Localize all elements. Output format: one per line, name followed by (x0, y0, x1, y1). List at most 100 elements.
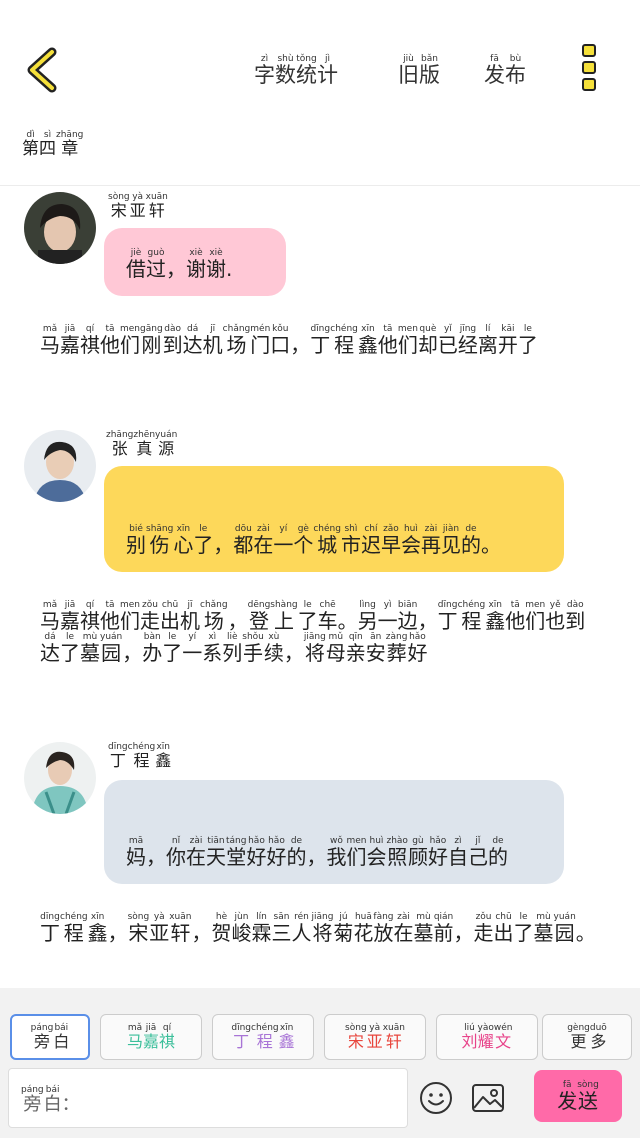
ruby-char: ， (166, 248, 186, 280)
hanzi: 会 (366, 845, 387, 869)
hanzi: 葬 (386, 641, 407, 665)
role-ding-chengxin[interactable]: dīng 丁 chéng 程 xīn 鑫 (212, 1014, 314, 1060)
hanzi: 一 (182, 641, 203, 665)
avatar[interactable] (24, 192, 96, 264)
hanzi: 列 (222, 641, 243, 665)
hanzi: 更 (570, 1032, 587, 1052)
hanzi: 市 (340, 533, 361, 557)
role-narrator[interactable]: páng 旁 bái 白 (10, 1014, 90, 1060)
role-more[interactable]: gèng 更 duō 多 (542, 1014, 632, 1060)
narration-text[interactable]: mǎ 马 jiā 嘉 qí 祺 tā 他 men 们 gāng 刚 dào 到 dá 达 jī 机 chǎng 场 mé… (40, 324, 605, 356)
ruby-char: zhāng 章 (56, 130, 83, 159)
hanzi: 们 (525, 609, 546, 633)
ruby-char: ， (228, 600, 248, 632)
ruby-char: huā 花 (353, 912, 373, 944)
chat-bubble[interactable]: jiè 借 guò 过， xiè 谢 xiè 谢. (104, 228, 286, 296)
hanzi: 嘉 (60, 609, 80, 633)
ruby-char: dīng 丁 (40, 912, 60, 944)
ruby-char: kāi 开 (498, 324, 518, 356)
hanzi: 丁 (40, 921, 60, 945)
send-button[interactable]: fā 发 sòng 送 (534, 1070, 622, 1122)
avatar[interactable] (24, 742, 96, 814)
ruby-char: jī 机 (203, 324, 223, 356)
message-input[interactable]: páng 旁 bái 白： (8, 1068, 408, 1128)
ruby-char: liè 列 (222, 632, 242, 664)
hanzi: 却 (417, 333, 438, 357)
hanzi: 场 (203, 609, 224, 633)
ruby-char: qián 前 (434, 912, 454, 944)
ruby-char: men 们 (120, 600, 140, 632)
role-ma-jiaqi[interactable]: mǎ 马 jiā 嘉 qí 祺 (100, 1014, 202, 1060)
hanzi: 好 (407, 641, 428, 665)
ruby-char: zǒu 走 (474, 912, 494, 944)
hanzi: 了 (60, 641, 80, 665)
ruby-char: le 了 (60, 632, 80, 664)
ruby-char: hǎo 好 (266, 836, 286, 868)
hanzi: 字 (254, 63, 275, 87)
hanzi: 出 (493, 921, 514, 945)
ruby-char: dīng 丁 (310, 324, 330, 356)
ruby-char: mā 妈 (126, 836, 146, 868)
avatar[interactable] (24, 430, 96, 502)
ruby-char: zǎo 早 (381, 524, 401, 556)
image-icon[interactable] (470, 1080, 506, 1116)
menu-icon[interactable] (578, 44, 600, 96)
ruby-char: mǎ 马 (40, 324, 60, 356)
ruby-char: dào 到 (565, 600, 585, 632)
hanzi: 另 (357, 609, 378, 633)
role-liu-yaowen[interactable]: liú 刘 yào 耀 wén 文 (436, 1014, 538, 1060)
ruby-char: xì 系 (202, 632, 222, 664)
ruby-char: shāng 伤 (146, 524, 173, 556)
word-count-link[interactable]: zì 字 shù 数 tǒng 统 jì 计 (254, 54, 338, 87)
hanzi: 发 (484, 63, 505, 87)
hanzi: 人 (291, 921, 312, 945)
ruby-char: mù 墓 (534, 912, 554, 944)
hanzi: 程 (63, 921, 84, 945)
old-version-link[interactable]: jiù 旧 bǎn 版 (398, 54, 440, 87)
publish-link[interactable]: fā 发 bù 布 (484, 54, 526, 87)
hanzi: 一 (377, 609, 398, 633)
ruby-char: dào 到 (163, 324, 183, 356)
chevron-left-icon[interactable] (22, 46, 62, 94)
hanzi: 亲 (345, 641, 366, 665)
divider (0, 185, 640, 186)
ruby-char: ， (191, 912, 211, 944)
hanzi: 放 (373, 921, 394, 945)
ruby-char: ， (290, 324, 310, 356)
hanzi: 章 (61, 139, 79, 159)
ruby-char: le 了 (162, 632, 182, 664)
hanzi: 祺 (80, 609, 100, 633)
speaker-name: sòng 宋 yà 亚 xuān 轩 (108, 192, 168, 220)
ruby-char: yǐ 已 (438, 324, 458, 356)
ruby-char: yě 也 (545, 600, 565, 632)
ruby-char: hǎo 好 (428, 836, 448, 868)
hanzi: 贺 (211, 921, 232, 945)
hanzi: 丁 (437, 609, 458, 633)
ruby-char: jiā 嘉 (143, 1023, 159, 1051)
hanzi: 达 (182, 333, 203, 357)
hanzi: 谢 (206, 257, 226, 281)
hanzi: 轩 (170, 921, 191, 945)
ruby-char: jiàn 见 (441, 524, 461, 556)
hanzi: 耀 (477, 1032, 494, 1052)
hanzi: 个 (293, 533, 314, 557)
ruby-char: tā 他 (505, 600, 525, 632)
role-song-yaxuan[interactable]: sòng 宋 yà 亚 xuān 轩 (324, 1014, 426, 1060)
ruby-char: yí 一 (273, 524, 293, 556)
hanzi: 轩 (148, 201, 165, 220)
ruby-char: ， (284, 632, 304, 664)
hanzi: 别 (126, 533, 146, 557)
ruby-char: yà 亚 (130, 192, 146, 220)
ruby-char: jīng 经 (458, 324, 478, 356)
hanzi: 张 (111, 439, 128, 458)
chat-bubble[interactable]: mā 妈， nǐ 你 zài 在 tiān 天 táng 堂 hǎo 好 hǎo 好 de 的， wǒ 我 men 们… (104, 780, 564, 884)
narration-text[interactable]: dīng 丁 chéng 程 xīn 鑫， sòng 宋 yà 亚 xuān 轩， hè 贺 jùn 峻 lín… (40, 912, 605, 944)
hanzi: 堂 (226, 845, 247, 869)
chat-bubble[interactable]: bié 别 shāng 伤 xīn 心 le 了， dōu 都 zài 在 yí 一 gè 个 chéng 城 sh… (104, 466, 564, 572)
hanzi: 白 (53, 1032, 70, 1052)
hanzi: 的 (286, 845, 307, 869)
narration-text[interactable]: mǎ 马 jiā 嘉 qí 祺 tā 他 men 们 zǒu 走 chū 出 jī 机 chǎng 场， dēng 登… (40, 600, 605, 664)
hanzi: 谢 (186, 257, 206, 281)
emoji-icon[interactable] (418, 1080, 454, 1116)
ruby-char: páng 旁 (31, 1023, 54, 1051)
